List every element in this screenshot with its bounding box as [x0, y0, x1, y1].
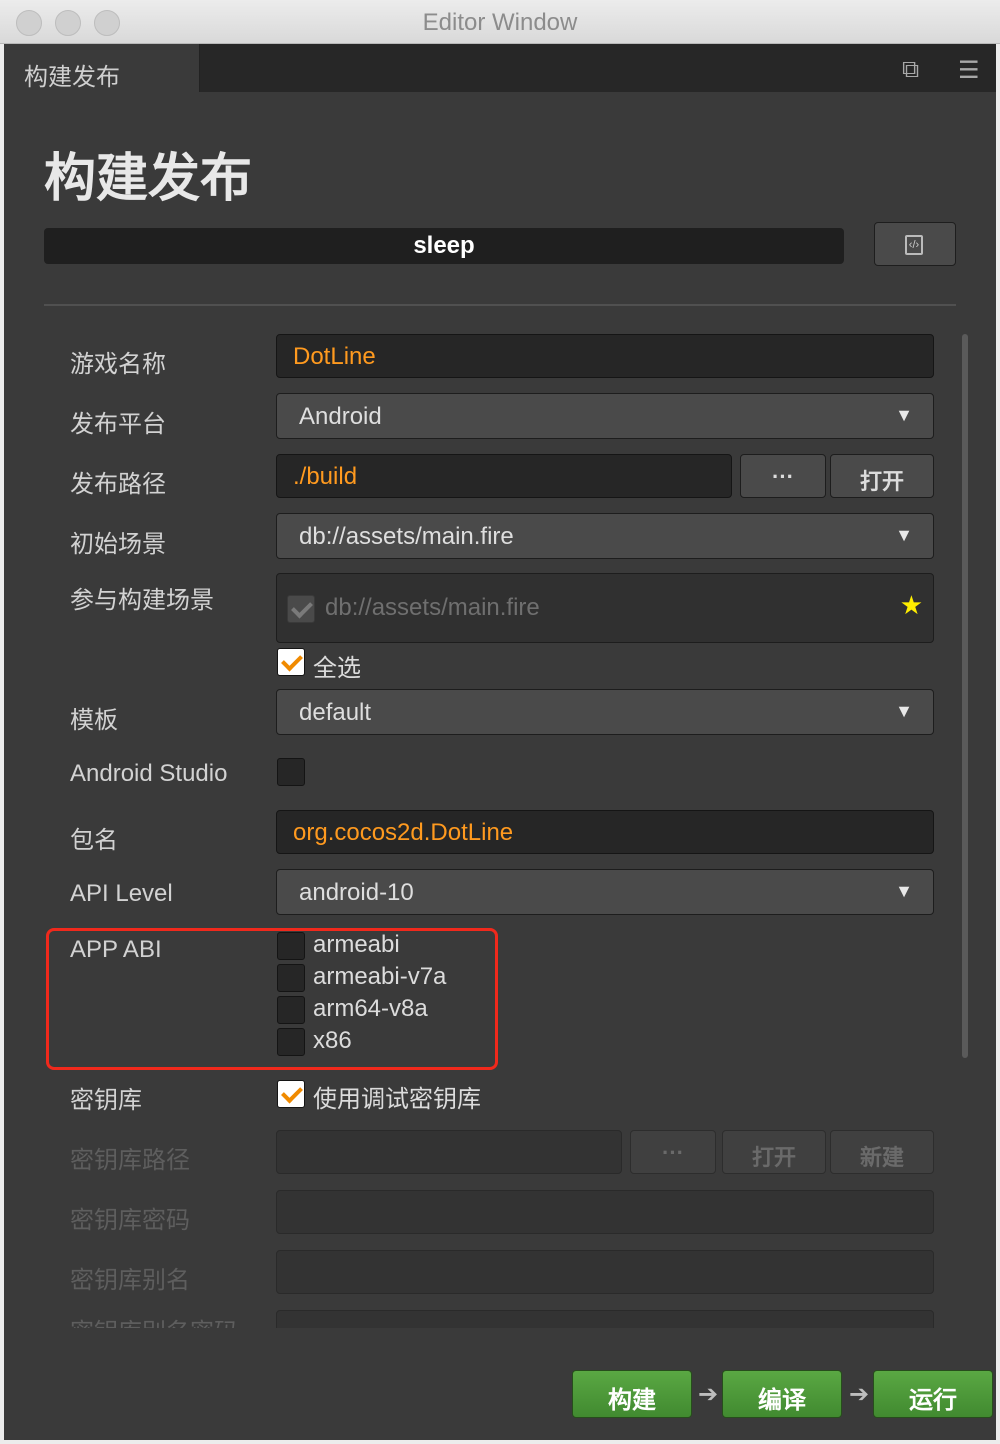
scenes-label: 参与构建场景 [70, 587, 214, 614]
platform-select[interactable]: Android ▼ [276, 393, 934, 439]
start-scene-label: 初始场景 [70, 531, 166, 558]
android-studio-label: Android Studio [70, 760, 228, 787]
api-level-value: android-10 [299, 879, 414, 906]
chevron-down-icon: ▼ [895, 881, 913, 901]
open-keystore-button[interactable]: 打开 [722, 1130, 826, 1174]
chevron-down-icon: ▼ [895, 701, 913, 721]
platform-value: Android [299, 403, 382, 430]
code-file-icon: ‹/› [905, 235, 923, 255]
compile-button[interactable]: 编译 [722, 1370, 842, 1418]
keystore-alias-password-input[interactable] [276, 1310, 934, 1328]
keystore-label: 密钥库 [70, 1087, 142, 1114]
game-name-label: 游戏名称 [70, 351, 166, 378]
select-all-label: 全选 [313, 655, 361, 682]
project-name-bar: sleep [44, 228, 844, 264]
open-json-button[interactable]: ‹/› [874, 222, 956, 266]
divider [44, 304, 956, 306]
keystore-alias-password-label: 密钥库别名密码 [70, 1312, 238, 1328]
build-path-input[interactable]: ./build [276, 454, 732, 498]
start-scene-value: db://assets/main.fire [299, 523, 514, 550]
template-label: 模板 [70, 707, 118, 734]
start-scene-select[interactable]: db://assets/main.fire ▼ [276, 513, 934, 559]
package-name-input[interactable]: org.cocos2d.DotLine [276, 810, 934, 854]
keystore-path-input[interactable] [276, 1130, 622, 1174]
keystore-password-label: 密钥库密码 [70, 1207, 190, 1234]
tab-build-publish[interactable]: 构建发布 [4, 44, 200, 92]
use-debug-keystore-label: 使用调试密钥库 [313, 1086, 481, 1113]
arrow-right-icon: ➔ [698, 1381, 719, 1408]
abi-highlight-box [46, 928, 498, 1070]
scenes-list: db://assets/main.fire ★ [276, 573, 934, 643]
hamburger-menu-icon[interactable]: ☰ [958, 56, 980, 85]
template-select[interactable]: default ▼ [276, 689, 934, 735]
window-title: Editor Window [422, 9, 578, 36]
page-title: 构建发布 [44, 150, 253, 208]
new-keystore-button[interactable]: 新建 [830, 1130, 934, 1174]
android-studio-checkbox[interactable] [277, 758, 305, 786]
template-value: default [299, 699, 372, 726]
api-level-label: API Level [70, 880, 173, 907]
scrollbar[interactable] [962, 334, 968, 1058]
chevron-down-icon: ▼ [895, 525, 913, 545]
use-debug-keystore-checkbox[interactable] [277, 1080, 305, 1108]
scene-item: db://assets/main.fire [325, 594, 540, 621]
build-path-label: 发布路径 [70, 471, 166, 498]
package-name-label: 包名 [70, 827, 118, 854]
browse-keystore-button[interactable]: ··· [630, 1130, 716, 1174]
select-all-checkbox[interactable] [277, 648, 305, 676]
api-level-select[interactable]: android-10 ▼ [276, 869, 934, 915]
build-panel: 构建发布 ⧉ ☰ 构建发布 sleep ‹/› 游戏名称 DotLine 发布平… [4, 44, 996, 1440]
platform-label: 发布平台 [70, 411, 166, 438]
run-button[interactable]: 运行 [873, 1370, 993, 1418]
chevron-down-icon: ▼ [895, 405, 913, 425]
clipped-row: 密钥库别名密码 [4, 1308, 996, 1328]
arrow-right-icon: ➔ [849, 1381, 870, 1408]
game-name-input[interactable]: DotLine [276, 334, 934, 378]
browse-build-path-button[interactable]: ··· [740, 454, 826, 498]
keystore-password-input[interactable] [276, 1190, 934, 1234]
keystore-alias-input[interactable] [276, 1250, 934, 1294]
scene-checkbox[interactable] [287, 595, 315, 623]
restore-window-icon[interactable]: ⧉ [902, 56, 919, 84]
build-button[interactable]: 构建 [572, 1370, 692, 1418]
start-scene-star-icon: ★ [899, 590, 923, 620]
keystore-alias-label: 密钥库别名 [70, 1267, 190, 1294]
keystore-path-label: 密钥库路径 [70, 1147, 190, 1174]
window-title-bar: Editor Window [0, 0, 1000, 44]
tab-bar: 构建发布 ⧉ ☰ [4, 44, 996, 92]
open-build-path-button[interactable]: 打开 [830, 454, 934, 498]
